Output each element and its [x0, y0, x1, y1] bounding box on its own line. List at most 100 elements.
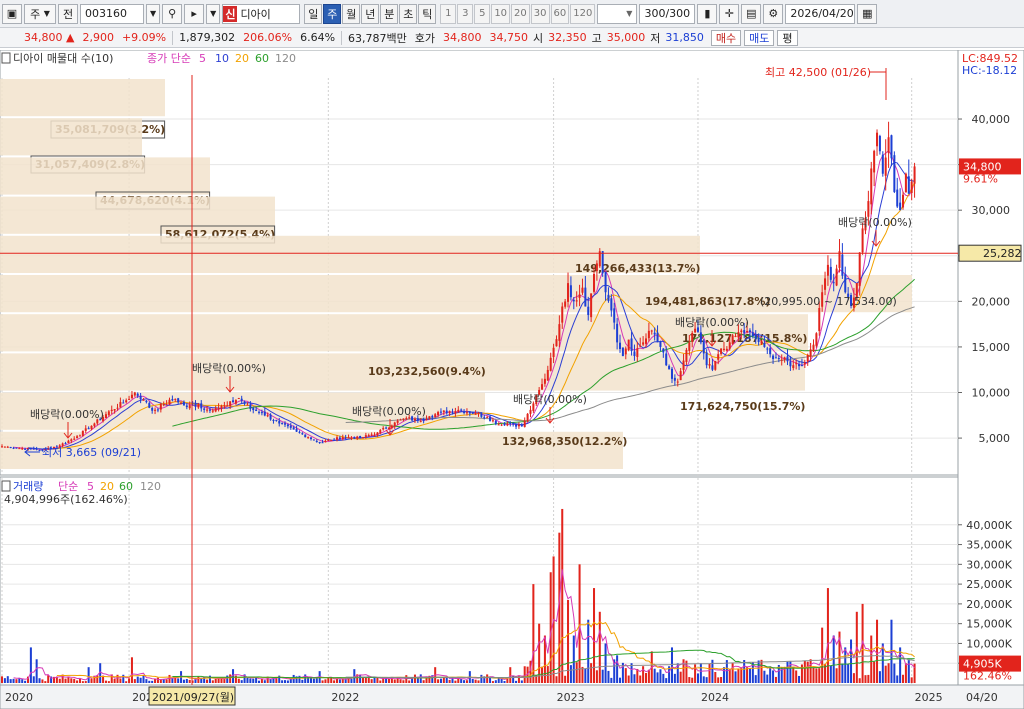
volume-bar [335, 678, 339, 683]
candle-body [240, 398, 243, 401]
candle-body [720, 348, 723, 354]
volume-bar [84, 681, 87, 683]
volume-bar [642, 666, 645, 683]
interval-3[interactable]: 3 [457, 3, 474, 24]
interval-60[interactable]: 60 [550, 3, 570, 24]
volume-bar [746, 667, 749, 683]
current-pct-tag-label: 9.61% [963, 172, 998, 185]
sell-button[interactable]: 매도 [744, 29, 775, 46]
count-input[interactable]: 300/300 [639, 3, 696, 24]
candle-body [341, 437, 344, 439]
gear-icon[interactable]: ⚙ [763, 3, 784, 24]
candle-body [829, 266, 832, 280]
candle-body [708, 364, 711, 366]
candle-body [795, 363, 798, 365]
interval-30[interactable]: 30 [530, 3, 550, 24]
candle-body [789, 361, 792, 367]
layout-icon[interactable]: ▣ [2, 3, 22, 24]
y-tick-label: 35,000K [966, 539, 1012, 552]
x-tick-label: 2024 [701, 691, 729, 704]
volume-bar [595, 670, 598, 683]
candle-body [714, 360, 717, 370]
tab-year[interactable]: 년 [361, 3, 380, 24]
high-label: 고 [591, 31, 602, 45]
candle-body [587, 306, 590, 316]
candle-body [647, 330, 650, 339]
candle-body [165, 404, 168, 406]
candle-body [734, 335, 737, 337]
interval-1[interactable]: 1 [440, 3, 457, 24]
volume-bar [587, 619, 590, 683]
tab-day[interactable]: 일 [304, 3, 323, 24]
calendar-icon[interactable]: ▦ [857, 3, 878, 24]
high-annotation: 최고 42,500 (01/26) [765, 66, 871, 79]
volume-bar [691, 677, 694, 683]
candle-body [217, 407, 220, 410]
volume-bar [211, 680, 214, 683]
save-icon[interactable]: ▤ [741, 3, 762, 24]
candle-body [116, 407, 119, 409]
tab-minute[interactable]: 분 [380, 3, 399, 24]
candle-body [610, 298, 613, 311]
candle-body [330, 439, 333, 441]
stock-code-input[interactable]: 003160 [80, 3, 144, 24]
candle-body [783, 357, 786, 360]
stock-chart-window: ▣ 주 ▼ 전 003160 ▼ ⚲ ▸ ▼ 신 디아이 일 주 월 년 분 초… [0, 0, 1024, 709]
candle-body [422, 420, 425, 422]
volume-bar [263, 680, 266, 683]
chart-svg[interactable]: 35,081,709(3.2%)31,057,409(2.8%)44,678,6… [0, 49, 1024, 709]
speaker-icon[interactable]: ▸ [184, 3, 205, 24]
volume-bar [125, 681, 128, 683]
dividend-label: 배당락(0.00%) [838, 216, 912, 229]
interval-120[interactable]: 120 [570, 3, 596, 24]
buy-button[interactable]: 매수 [710, 29, 742, 46]
candle-body [873, 150, 876, 173]
code-dropdown-icon[interactable]: ▼ [146, 3, 161, 24]
candle-body [269, 414, 272, 420]
chart-area[interactable]: 35,081,709(3.2%)31,057,409(2.8%)44,678,6… [0, 49, 1024, 709]
volume-bar [826, 588, 829, 683]
volume-current: 4,904,996주(162.46%) [4, 493, 128, 506]
candle-body [359, 436, 362, 439]
prev-button[interactable]: 전 [58, 3, 78, 24]
candle-body [659, 341, 662, 347]
tab-week[interactable]: 주 [323, 3, 342, 24]
candle-body [754, 335, 757, 339]
interval-10[interactable]: 10 [491, 3, 511, 24]
interval-5[interactable]: 5 [474, 3, 491, 24]
candle-body [413, 418, 416, 421]
interval-select[interactable]: ▼ [597, 3, 638, 24]
dividend-label: 배당락(0.00%) [30, 408, 104, 421]
volume-bar [249, 678, 252, 683]
interval-20[interactable]: 20 [511, 3, 530, 24]
tab-month[interactable]: 월 [342, 3, 361, 24]
volume-bar [324, 679, 327, 683]
tab-second[interactable]: 초 [399, 3, 418, 24]
chevron-down-icon[interactable]: ▼ [206, 3, 221, 24]
candle-body [471, 412, 474, 414]
volume-bar [653, 668, 656, 683]
volume-bar [185, 678, 188, 683]
candle-body [893, 155, 896, 192]
volume-bar [240, 680, 243, 683]
candle-body [688, 342, 691, 351]
eval-button[interactable]: 평 [777, 29, 798, 46]
tab-tick[interactable]: 틱 [418, 3, 437, 24]
divider [172, 30, 174, 45]
candle-body [878, 136, 881, 152]
period-tabs: 일 주 월 년 분 초 틱 [304, 3, 437, 24]
y-tick-label: 10,000 [972, 387, 1011, 400]
date-input[interactable]: 2026/04/20 [785, 3, 856, 24]
volume-bar [128, 678, 131, 683]
volume-bar [844, 647, 847, 683]
candle-body [541, 384, 544, 390]
volume-bar [393, 679, 396, 683]
candle-body [38, 450, 41, 452]
candle-icon[interactable]: ▮ [697, 3, 718, 24]
period-type-select[interactable]: 주 ▼ [24, 3, 56, 24]
candle-body [125, 400, 128, 403]
candle-body [569, 285, 572, 298]
stock-name-field[interactable]: 신 디아이 [222, 3, 301, 24]
crosshair-icon[interactable]: ✛ [719, 3, 740, 24]
search-icon[interactable]: ⚲ [162, 3, 183, 24]
